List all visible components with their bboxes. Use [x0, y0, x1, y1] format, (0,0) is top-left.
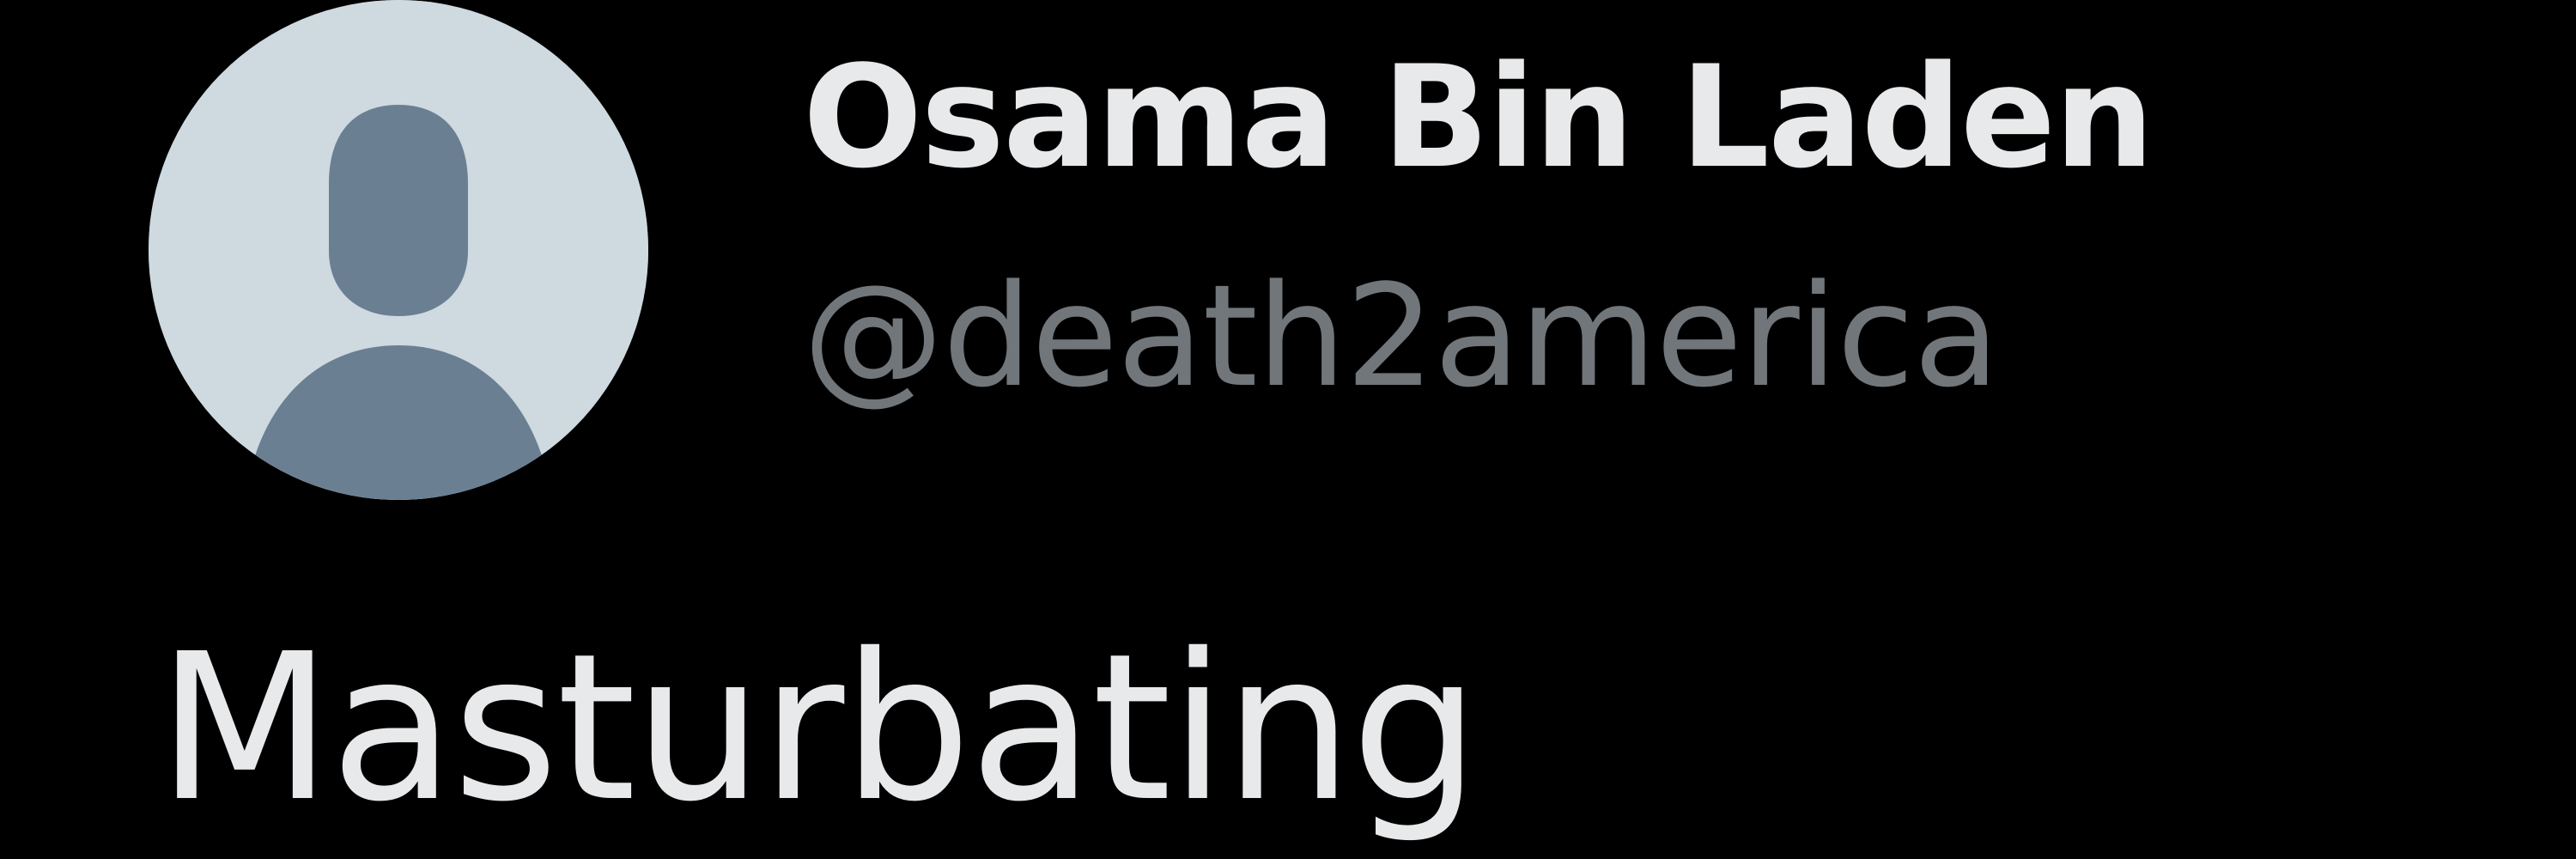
tweet-card: Osama Bin Laden @death2america Masturbat… [0, 0, 2576, 859]
default-avatar-icon [149, 0, 648, 500]
avatar[interactable] [149, 0, 648, 500]
tweet-text: Masturbating [157, 610, 1479, 846]
author-handle[interactable]: @death2america [803, 266, 2000, 407]
author-display-name[interactable]: Osama Bin Laden [803, 47, 2154, 188]
